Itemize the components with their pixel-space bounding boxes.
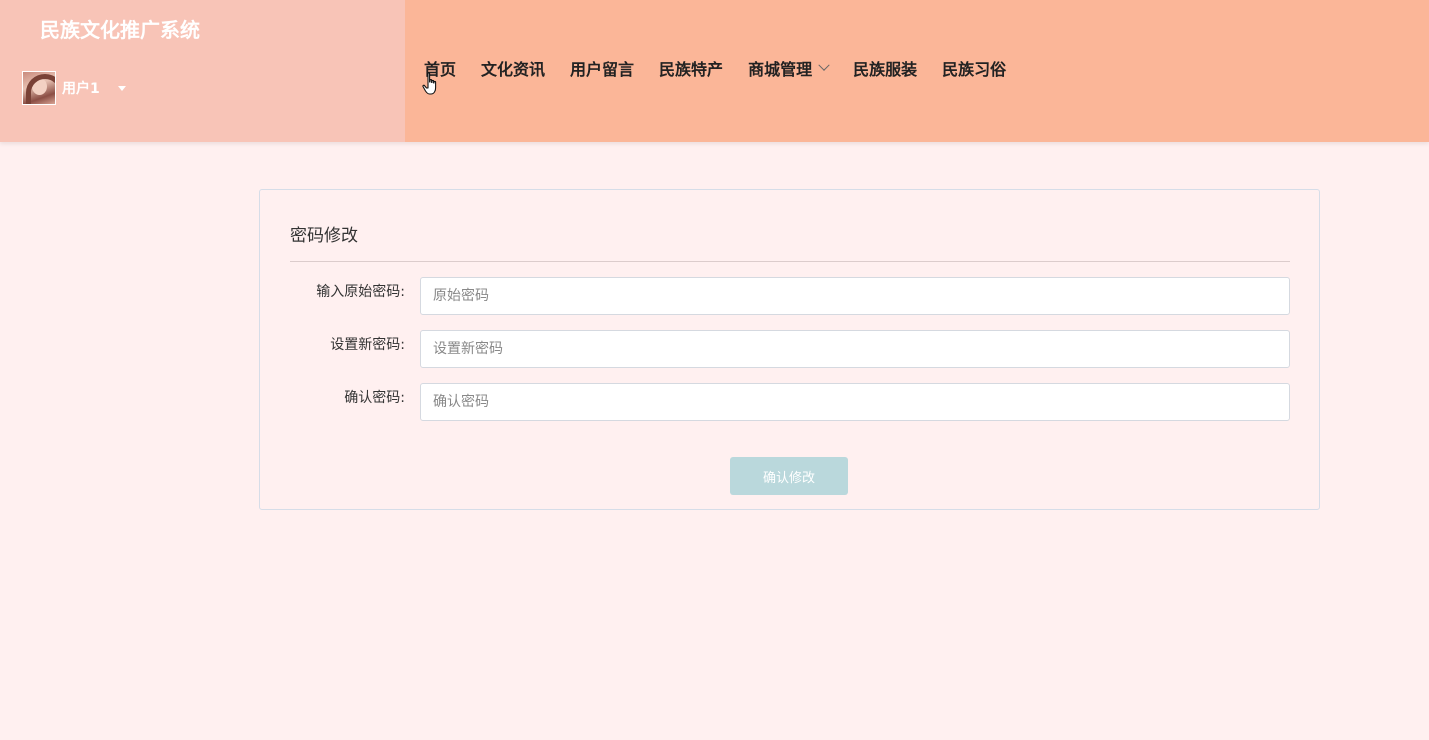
caret-down-icon[interactable]: [117, 85, 126, 91]
confirm-password-label: 确认密码:: [344, 390, 405, 406]
nav-item-label[interactable]: 商城管理: [748, 56, 812, 80]
confirm-change-button[interactable]: 确认修改: [730, 457, 848, 495]
user-name[interactable]: 用户1: [62, 78, 100, 98]
old-password-input[interactable]: [420, 277, 1290, 315]
user-menu[interactable]: 用户1: [22, 70, 126, 106]
top-header: 民族文化推广系统 用户1 首页 文化资讯 用户留言 民族特产 商城管理 民族服装…: [0, 0, 1429, 142]
nav-item-label[interactable]: 民族特产: [659, 56, 723, 80]
divider: [290, 261, 1290, 262]
nav-item-label[interactable]: 文化资讯: [481, 56, 545, 80]
new-password-label: 设置新密码:: [330, 337, 405, 353]
form-row-old-password: 输入原始密码:: [290, 277, 1290, 315]
nav-item-label[interactable]: 民族服装: [853, 56, 917, 80]
confirm-password-input[interactable]: [420, 383, 1290, 421]
nav-item-ethnic-specialties[interactable]: 民族特产: [659, 56, 723, 80]
form-row-new-password: 设置新密码:: [290, 330, 1290, 368]
nav-item-mall-management[interactable]: 商城管理: [748, 56, 830, 80]
nav-item-label[interactable]: 用户留言: [570, 56, 634, 80]
app-title: 民族文化推广系统: [40, 18, 200, 42]
password-change-card: 密码修改 输入原始密码: 设置新密码: 确认密码: 确认修改: [259, 189, 1320, 510]
chevron-down-icon[interactable]: [818, 59, 830, 71]
new-password-input[interactable]: [420, 330, 1290, 368]
nav-item-ethnic-customs[interactable]: 民族习俗: [942, 56, 1006, 80]
form-row-confirm-password: 确认密码:: [290, 383, 1290, 421]
old-password-label: 输入原始密码:: [316, 284, 405, 300]
brand-panel: 民族文化推广系统 用户1: [0, 0, 405, 142]
nav-item-user-messages[interactable]: 用户留言: [570, 56, 634, 80]
hand-pointer-icon: [422, 72, 437, 95]
nav-item-ethnic-costumes[interactable]: 民族服装: [853, 56, 917, 80]
avatar[interactable]: [22, 71, 56, 105]
card-title: 密码修改: [290, 226, 358, 246]
main-nav: 首页 文化资讯 用户留言 民族特产 商城管理 民族服装 民族习俗: [424, 56, 1031, 80]
nav-item-label[interactable]: 民族习俗: [942, 56, 1006, 80]
nav-item-culture-news[interactable]: 文化资讯: [481, 56, 545, 80]
